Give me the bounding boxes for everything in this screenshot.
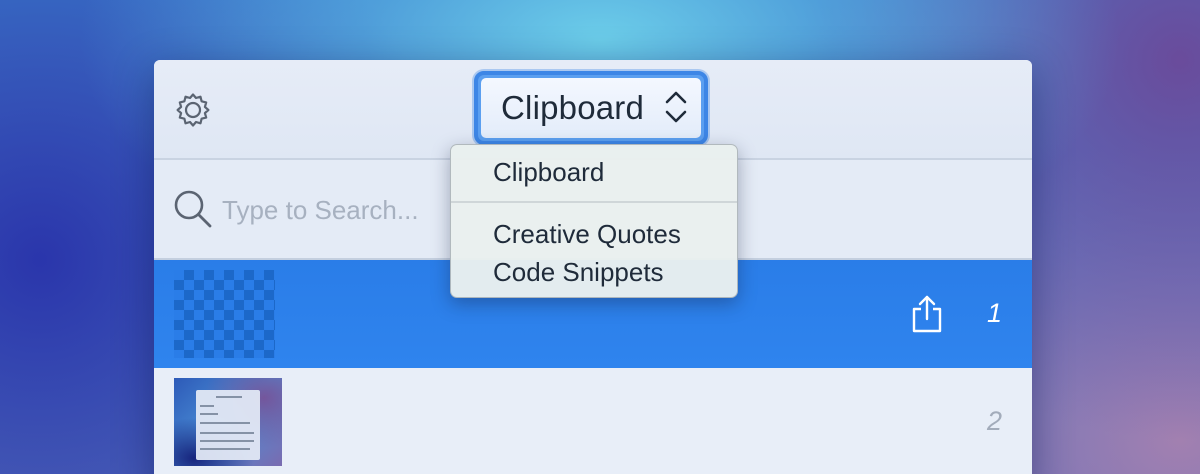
thumbnail-line xyxy=(200,440,254,442)
thumbnail-line xyxy=(216,396,242,398)
clip-row-index: 2 xyxy=(986,406,1002,436)
collection-selector[interactable]: Clipboard xyxy=(474,71,708,145)
gear-icon[interactable] xyxy=(173,90,213,130)
desktop-background: Clipboard 1 xyxy=(0,0,1200,474)
transparent-image-thumbnail xyxy=(174,270,275,358)
menu-separator xyxy=(451,201,737,203)
thumbnail-line xyxy=(200,432,254,434)
thumbnail-line xyxy=(200,405,214,407)
thumbnail-line xyxy=(200,448,250,450)
thumbnail-mini-window xyxy=(196,390,260,460)
menu-item-code-snippets[interactable]: Code Snippets xyxy=(493,257,664,288)
share-icon[interactable] xyxy=(910,294,944,334)
menu-item-clipboard[interactable]: Clipboard xyxy=(493,157,604,188)
clip-row-index: 1 xyxy=(986,298,1002,328)
screenshot-image-thumbnail xyxy=(174,378,282,466)
chevron-updown-icon xyxy=(665,91,687,123)
collection-selector-label: Clipboard xyxy=(501,89,645,126)
clip-row[interactable]: 2 xyxy=(154,368,1032,474)
thumbnail-line xyxy=(200,422,250,424)
search-icon xyxy=(174,190,212,228)
collection-dropdown-menu: Clipboard Creative Quotes Code Snippets xyxy=(450,144,738,298)
menu-item-creative-quotes[interactable]: Creative Quotes xyxy=(493,219,681,250)
app-window: Clipboard 1 xyxy=(154,60,1032,474)
thumbnail-line xyxy=(200,413,218,415)
